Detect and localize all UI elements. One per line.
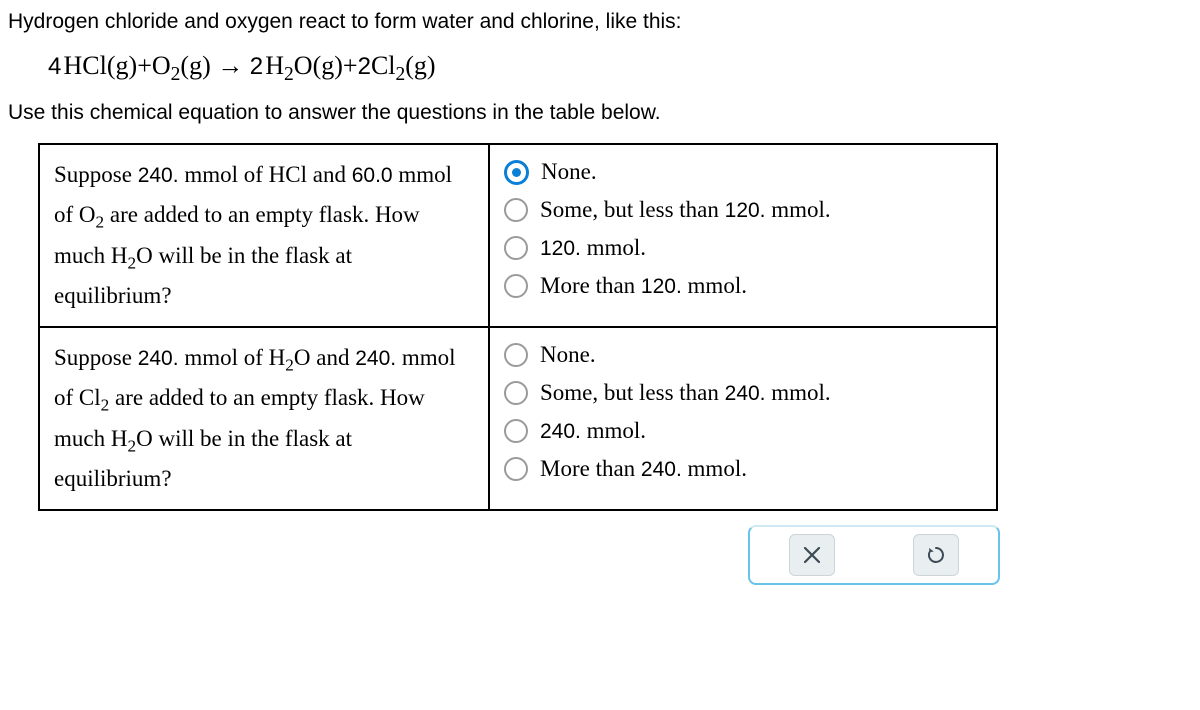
radio-icon bbox=[504, 419, 528, 443]
table-row: Suppose 240. mmol of H2O and 240. mmol o… bbox=[39, 327, 997, 510]
option[interactable]: Some, but less than 120. mmol. bbox=[504, 197, 982, 223]
option[interactable]: 240. mmol. bbox=[504, 418, 982, 444]
option[interactable]: None. bbox=[504, 159, 982, 185]
option-label: Some, but less than 240. mmol. bbox=[540, 380, 831, 406]
intro-block: Hydrogen chloride and oxygen react to fo… bbox=[8, 10, 1190, 34]
option[interactable]: Some, but less than 240. mmol. bbox=[504, 380, 982, 406]
option-label: More than 240. mmol. bbox=[540, 456, 747, 482]
radio-icon bbox=[504, 343, 528, 367]
table-row: Suppose 240. mmol of HCl and 60.0 mmol o… bbox=[39, 144, 997, 327]
action-toolbar bbox=[748, 525, 1000, 585]
option[interactable]: 120. mmol. bbox=[504, 235, 982, 261]
radio-icon bbox=[504, 274, 528, 298]
option-label: Some, but less than 120. mmol. bbox=[540, 197, 831, 223]
radio-icon bbox=[504, 457, 528, 481]
intro-text: Hydrogen chloride and oxygen react to fo… bbox=[8, 10, 1190, 34]
radio-icon bbox=[504, 198, 528, 222]
reset-icon bbox=[926, 545, 946, 565]
question-cell-2: Suppose 240. mmol of H2O and 240. mmol o… bbox=[39, 327, 489, 510]
instruction-text: Use this chemical equation to answer the… bbox=[8, 101, 1190, 125]
radio-icon bbox=[504, 160, 529, 185]
close-button[interactable] bbox=[789, 534, 835, 576]
option-label: 240. mmol. bbox=[540, 418, 646, 444]
radio-icon bbox=[504, 236, 528, 260]
option[interactable]: More than 120. mmol. bbox=[504, 273, 982, 299]
question-cell-1: Suppose 240. mmol of HCl and 60.0 mmol o… bbox=[39, 144, 489, 327]
radio-icon bbox=[504, 381, 528, 405]
option-label: More than 120. mmol. bbox=[540, 273, 747, 299]
instruction-block: Use this chemical equation to answer the… bbox=[8, 101, 1190, 125]
option-label: None. bbox=[541, 159, 597, 185]
option-label: 120. mmol. bbox=[540, 235, 646, 261]
chemical-equation: 4 HCl(g)+O2(g) → 2 H2O(g)+2Cl2(g) bbox=[48, 50, 1190, 81]
close-icon bbox=[803, 546, 821, 564]
answer-cell-1: None. Some, but less than 120. mmol. 120… bbox=[489, 144, 997, 327]
option[interactable]: More than 240. mmol. bbox=[504, 456, 982, 482]
option[interactable]: None. bbox=[504, 342, 982, 368]
answer-cell-2: None. Some, but less than 240. mmol. 240… bbox=[489, 327, 997, 510]
option-label: None. bbox=[540, 342, 596, 368]
question-table: Suppose 240. mmol of HCl and 60.0 mmol o… bbox=[38, 143, 998, 511]
reset-button[interactable] bbox=[913, 534, 959, 576]
